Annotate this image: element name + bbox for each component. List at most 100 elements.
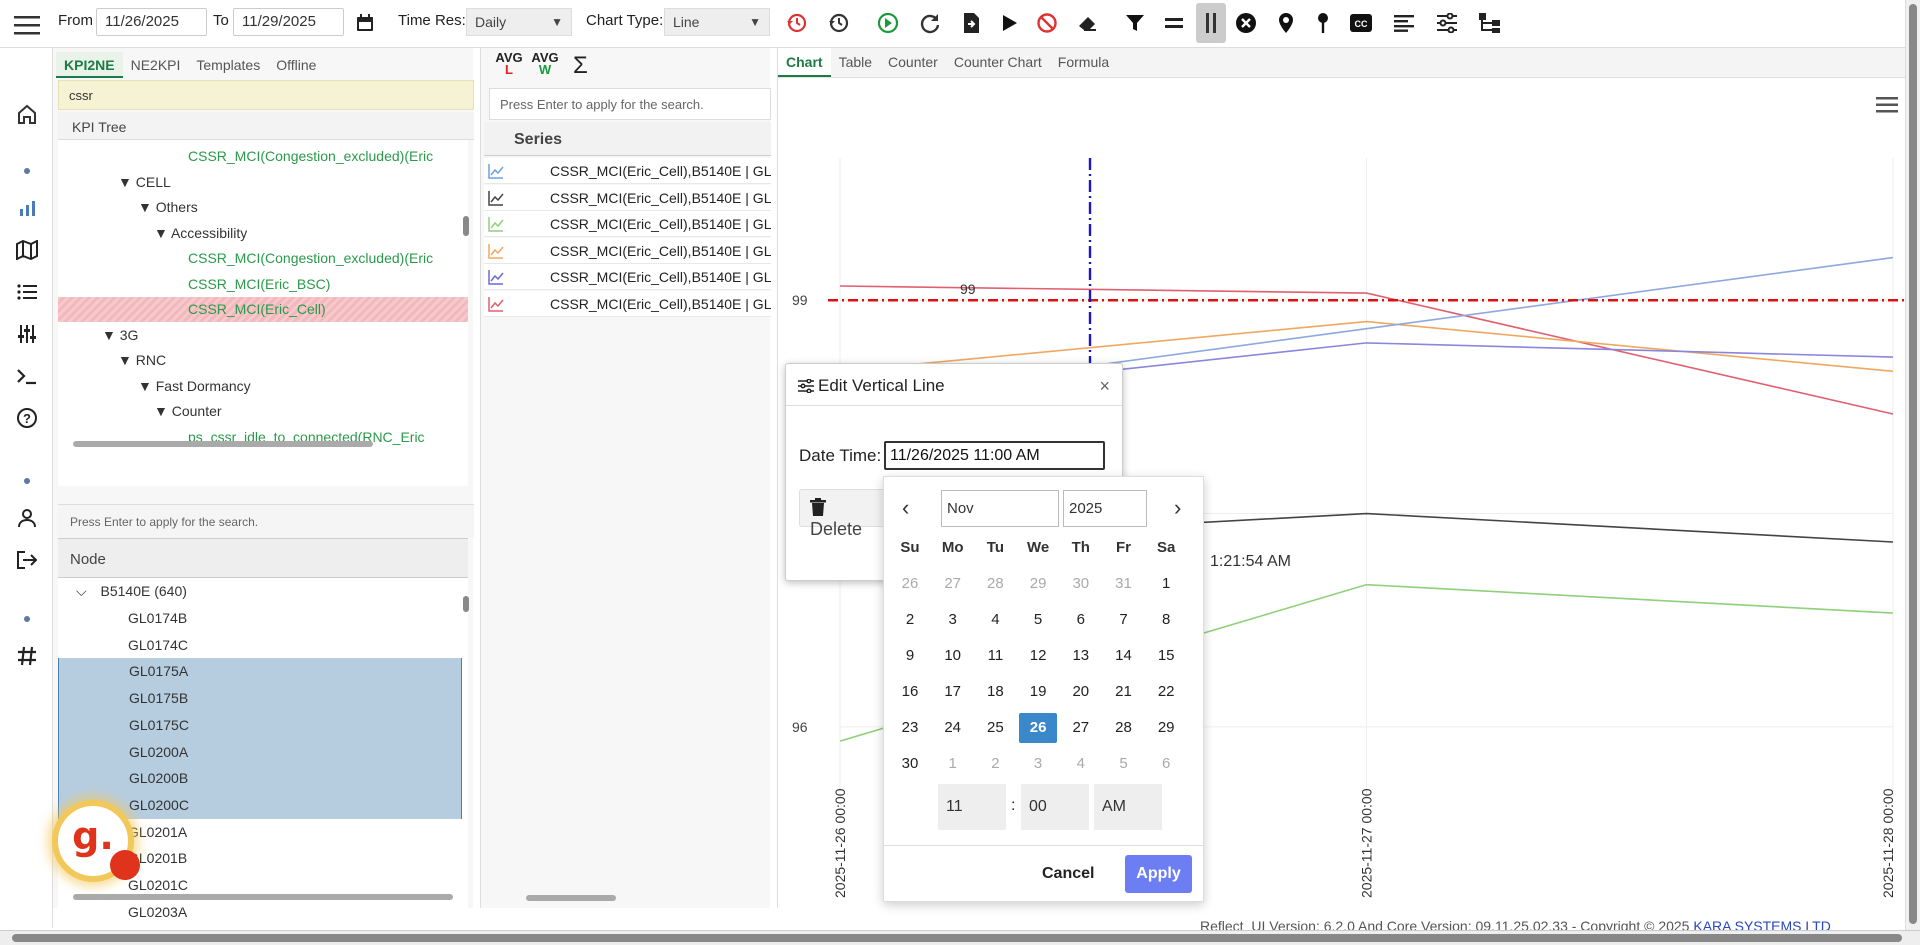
calendar-day[interactable]: 28 <box>1105 713 1143 743</box>
series-row[interactable]: CSSR_MCI(Eric_Cell),B5140E | GL <box>484 290 771 317</box>
next-month-button[interactable]: › <box>1174 495 1181 521</box>
calendar-day[interactable]: 7 <box>1105 605 1143 635</box>
tree-kpi-item[interactable]: CSSR_MCI(Congestion_excluded)(Eric <box>58 144 468 169</box>
tree-folder[interactable]: ▼ Fast Dormancy <box>58 374 468 399</box>
node-row[interactable]: GL0175A <box>58 658 462 686</box>
from-date-input[interactable]: 11/26/2025 <box>96 8 207 36</box>
calendar-day[interactable]: 23 <box>891 713 929 743</box>
cancel-button[interactable]: Cancel <box>1042 865 1094 883</box>
calendar-day[interactable]: 1 <box>934 749 972 779</box>
calendar-day[interactable]: 18 <box>976 677 1014 707</box>
calendar-day[interactable]: 20 <box>1062 677 1100 707</box>
tree-folder[interactable]: ▼ CELL <box>58 170 468 195</box>
tab-offline[interactable]: Offline <box>268 52 324 78</box>
history-icon[interactable] <box>826 10 852 36</box>
series-row[interactable]: CSSR_MCI(Eric_Cell),B5140E | GL <box>484 184 771 211</box>
tree-kpi-item[interactable]: CSSR_MCI(Eric_BSC) <box>58 272 468 297</box>
calendar-day[interactable]: 28 <box>976 569 1014 599</box>
tab-counter[interactable]: Counter <box>880 48 946 77</box>
calendar-day[interactable]: 2 <box>976 749 1014 779</box>
page-vscrollbar[interactable] <box>1905 0 1920 930</box>
sliders-icon[interactable] <box>1434 10 1460 36</box>
calendar-day[interactable]: 22 <box>1147 677 1185 707</box>
calendar-day[interactable]: 1 <box>1147 569 1185 599</box>
hierarchy-icon[interactable] <box>1477 10 1503 36</box>
location-pin-icon[interactable] <box>1273 10 1299 36</box>
export-icon[interactable] <box>958 10 984 36</box>
series-search-input[interactable]: Press Enter to apply for the search. <box>489 88 771 120</box>
series-row[interactable]: CSSR_MCI(Eric_Cell),B5140E | GL <box>484 237 771 264</box>
series-hscroll-thumb[interactable] <box>526 895 616 901</box>
calendar-day[interactable]: 21 <box>1105 677 1143 707</box>
date-time-input[interactable]: 11/26/2025 11:00 AM <box>884 441 1105 470</box>
calendar-day[interactable]: 15 <box>1147 641 1185 671</box>
tab-templates[interactable]: Templates <box>188 52 268 78</box>
calendar-day[interactable]: 2 <box>891 605 929 635</box>
calendar-day[interactable]: 30 <box>891 749 929 779</box>
minute-input[interactable]: 00 <box>1021 784 1089 830</box>
calendar-day[interactable]: 4 <box>1062 749 1100 779</box>
year-input[interactable]: 2025 <box>1063 490 1147 527</box>
calendar-day[interactable]: 16 <box>891 677 929 707</box>
hour-input[interactable]: 11 <box>938 784 1006 830</box>
tree-folder[interactable]: ▼ 3G <box>58 323 468 348</box>
list-icon[interactable] <box>13 278 41 306</box>
calendar-icon[interactable] <box>352 10 378 36</box>
assistant-logo[interactable]: g. <box>52 800 140 882</box>
list-icon[interactable] <box>1391 10 1417 36</box>
calendar-day-selected[interactable]: 26 <box>1019 713 1058 743</box>
prev-month-button[interactable]: ‹ <box>902 495 909 521</box>
node-row[interactable]: GL0175C <box>58 711 462 739</box>
calendar-day[interactable]: 19 <box>1019 677 1057 707</box>
calendar-day[interactable]: 24 <box>934 713 972 743</box>
tab-formula[interactable]: Formula <box>1050 48 1117 77</box>
avg-w-button[interactable]: AVG W <box>527 51 563 82</box>
tree-folder[interactable]: ▼ Accessibility <box>58 221 468 246</box>
calendar-day[interactable]: 3 <box>934 605 972 635</box>
node-row[interactable]: GL0175B <box>58 685 462 713</box>
sigma-button[interactable]: Σ <box>573 52 588 80</box>
refresh-icon[interactable] <box>917 10 943 36</box>
series-row[interactable]: CSSR_MCI(Eric_Cell),B5140E | GL <box>484 264 771 290</box>
apply-button[interactable]: Apply <box>1125 855 1192 893</box>
tree-folder[interactable]: ▼ RNC <box>58 348 468 373</box>
home-icon[interactable] <box>13 100 41 128</box>
node-row[interactable]: GL0200B <box>58 765 462 793</box>
sliders-icon[interactable] <box>13 320 41 348</box>
user-icon[interactable] <box>13 504 41 532</box>
calendar-day[interactable]: 5 <box>1105 749 1143 779</box>
node-scroll-thumb[interactable] <box>463 596 469 612</box>
cc-icon[interactable]: CC <box>1348 10 1374 36</box>
equals-icon[interactable] <box>1161 10 1187 36</box>
play-icon[interactable] <box>996 10 1022 36</box>
node-row[interactable]: GL0174B <box>58 605 462 632</box>
delete-button[interactable]: Delete <box>799 489 889 539</box>
filter-icon[interactable] <box>1122 10 1148 36</box>
tab-chart[interactable]: Chart <box>778 48 831 77</box>
page-vscroll-thumb[interactable] <box>1909 4 1917 924</box>
calendar-day[interactable]: 13 <box>1062 641 1100 671</box>
play-circle-icon[interactable] <box>875 10 901 36</box>
calendar-day[interactable]: 10 <box>934 641 972 671</box>
bar-chart-icon[interactable] <box>13 194 41 222</box>
ampm-toggle[interactable]: AM <box>1094 784 1162 830</box>
calendar-day[interactable]: 31 <box>1105 569 1143 599</box>
calendar-day[interactable]: 29 <box>1019 569 1057 599</box>
calendar-day[interactable]: 12 <box>1019 641 1057 671</box>
calendar-day[interactable]: 4 <box>976 605 1014 635</box>
node-search-input[interactable]: Press Enter to apply for the search. <box>58 504 474 538</box>
tab-ne2kpi[interactable]: NE2KPI <box>123 52 189 78</box>
help-icon[interactable]: ? <box>13 404 41 432</box>
node-group-row[interactable]: ⌵ B5140E (640) <box>58 578 462 605</box>
calendar-day[interactable]: 30 <box>1062 569 1100 599</box>
hash-icon[interactable] <box>13 642 41 670</box>
node-row[interactable]: GL0203A <box>58 899 462 926</box>
node-row[interactable]: GL0174C <box>58 632 462 659</box>
tree-scroll-thumb[interactable] <box>463 216 469 236</box>
tab-table[interactable]: Table <box>831 48 880 77</box>
tab-kpi2ne[interactable]: KPI2NE <box>56 52 123 78</box>
menu-icon[interactable] <box>14 14 40 36</box>
block-icon[interactable] <box>1034 10 1060 36</box>
chart-type-select[interactable]: Line ▼ <box>664 8 770 36</box>
pause-icon[interactable] <box>1196 3 1226 43</box>
